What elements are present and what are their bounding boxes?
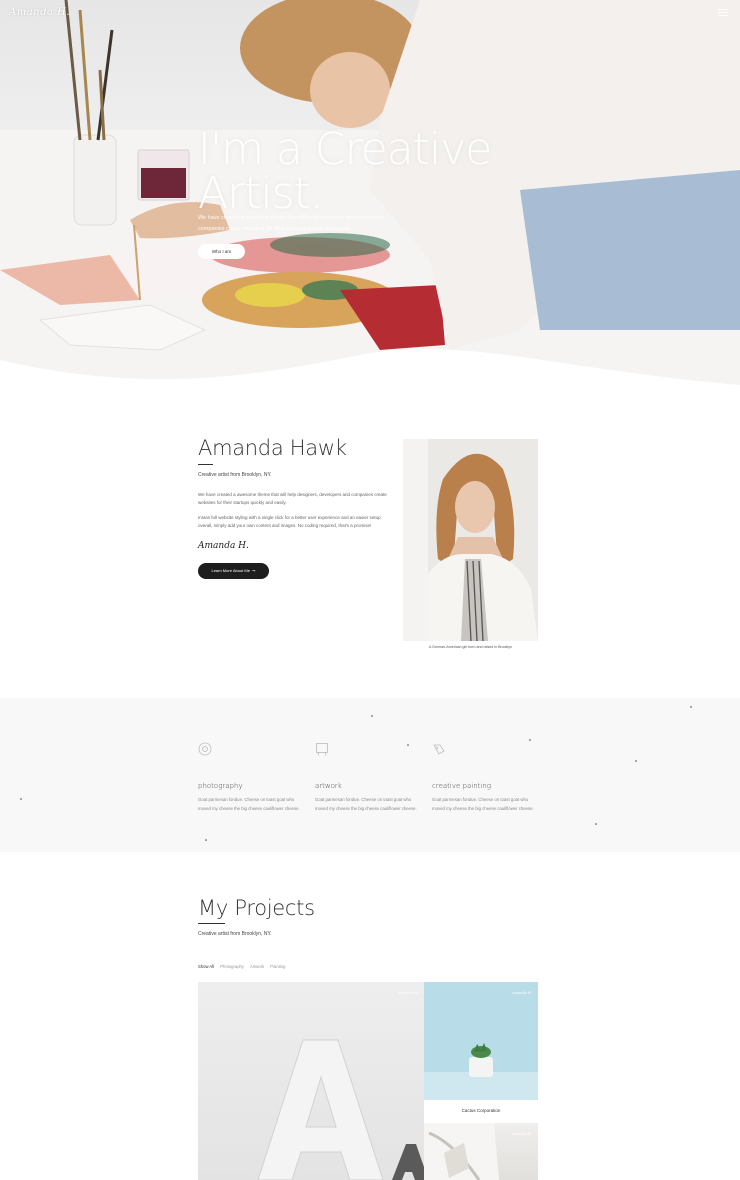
hero-wave-divider: [0, 349, 740, 385]
brush-icon: [433, 744, 445, 755]
portrait-caption: A German-American girl born and raised i…: [428, 645, 513, 649]
who-i-am-button[interactable]: Who I am: [198, 244, 245, 259]
letter-a-image: [257, 1039, 424, 1180]
arrow-right-icon: ➞: [251, 568, 256, 573]
about-title-rule: [198, 464, 213, 465]
filter-artwork[interactable]: Artwork: [250, 964, 264, 969]
cactus-image: [424, 1043, 538, 1100]
easel-icon: [316, 743, 328, 756]
about-name: Amanda Hawk: [198, 436, 347, 460]
tile-signature: Amanda H.: [512, 991, 532, 995]
hero-title: I'm a Creative Artist.: [198, 124, 492, 219]
camera-icon: [198, 742, 212, 756]
signature: Amanda H.: [198, 541, 249, 551]
service-artwork: artwork Goat parmesan fondue. Cheese on …: [315, 742, 425, 813]
service-photography: photography Goat parmesan fondue. Cheese…: [198, 742, 308, 813]
service-text: Goat parmesan fondue. Cheese on toast go…: [315, 797, 417, 811]
service-text: Goat parmesan fondue. Cheese on toast go…: [432, 797, 534, 811]
projects-subtitle: Creative artist from Brooklyn, NY.: [198, 931, 272, 937]
tile-signature: Amanda H.: [398, 991, 418, 995]
hero-description: We have created a awesome theme that wil…: [198, 215, 384, 232]
service-title: artwork: [315, 782, 342, 790]
about-paragraph-2: Instas full website styling with a singl…: [198, 515, 381, 528]
service-text: Goat parmesan fondue. Cheese on toast go…: [198, 797, 300, 811]
project-filters: Show All Photography Artwork Painting: [198, 964, 290, 969]
portrait-photo: [403, 439, 538, 641]
hero-section: Amanda H. I'm a Creative Artist. We have…: [0, 0, 740, 385]
hamburger-icon[interactable]: [718, 9, 728, 16]
tile-signature: Amanda H.: [512, 1132, 532, 1136]
filter-photography[interactable]: Photography: [220, 964, 244, 969]
project-label-cactus[interactable]: Cactus Corporation: [424, 1100, 538, 1122]
project-tile-letter-a[interactable]: Amanda H.: [198, 982, 424, 1180]
site-logo[interactable]: Amanda H.: [9, 7, 70, 18]
service-creative-painting: creative painting Goat parmesan fondue. …: [432, 742, 542, 813]
projects-title-rule: [198, 923, 225, 924]
filter-show-all[interactable]: Show All: [198, 964, 214, 969]
learn-more-button[interactable]: Learn More About Me ➞: [198, 563, 269, 579]
project-tile-3[interactable]: Amanda H.: [424, 1123, 538, 1180]
project-tile-cactus[interactable]: Amanda H.: [424, 982, 538, 1100]
learn-more-label: Learn More About Me: [211, 568, 250, 573]
about-paragraph-1: We have created a awesome theme that wil…: [198, 492, 387, 505]
about-subtitle: Creative artist from Brooklyn, NY.: [198, 472, 272, 478]
projects-title: My Projects: [198, 896, 315, 920]
service-title: photography: [198, 782, 243, 790]
filter-painting[interactable]: Painting: [270, 964, 285, 969]
service-title: creative painting: [432, 782, 491, 790]
